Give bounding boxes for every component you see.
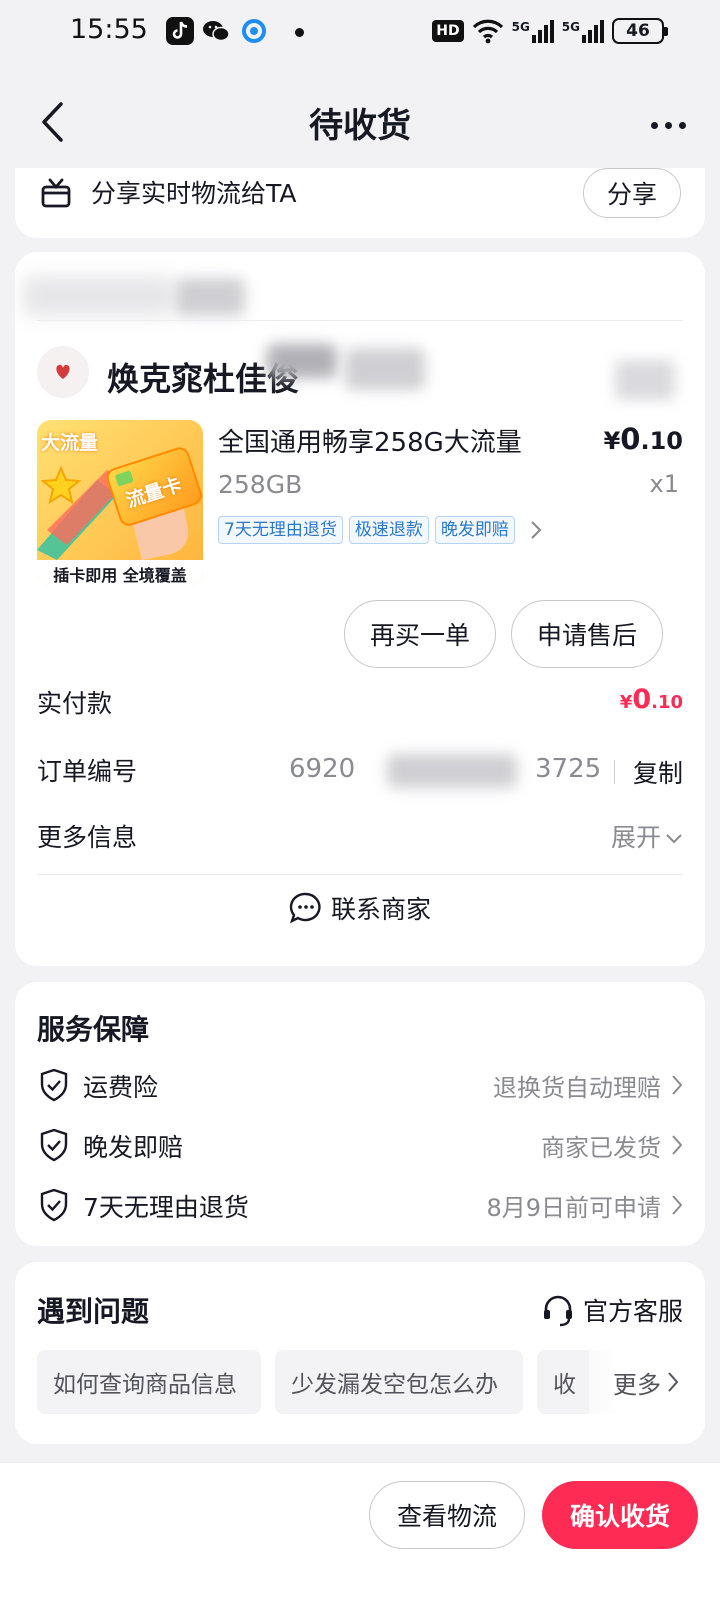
shield-check-icon: [40, 1068, 68, 1102]
shield-check-icon: [40, 1188, 68, 1222]
chevron-right-icon: [668, 1372, 679, 1392]
product-price: ¥0.10: [603, 422, 683, 456]
service-label: 晚发即赔: [83, 1133, 184, 1162]
divider: [37, 320, 683, 321]
product-image-tag: 大流量: [41, 432, 99, 454]
redacted-area: [615, 360, 675, 400]
divider: [37, 874, 683, 875]
expand-button[interactable]: 展开: [611, 818, 683, 854]
service-label: 运费险: [83, 1073, 159, 1102]
nav-bar: 待收货: [0, 62, 720, 170]
after-sale-button[interactable]: 申请售后: [511, 600, 663, 668]
gift-icon: [41, 178, 71, 208]
problems-card: 遇到问题 官方客服 如何查询商品信息 少发漏发空包怎么办 收 更多: [15, 1262, 705, 1444]
signal-icon: 5G: [512, 19, 554, 43]
tag: 晚发即赔: [434, 516, 515, 544]
service-label: 7天无理由退货: [83, 1193, 249, 1222]
status-time: 15:55: [70, 14, 148, 45]
wechat-icon: [202, 17, 230, 45]
product-image[interactable]: 大流量 流量卡 插卡即用 全境覆盖: [37, 420, 203, 586]
contact-merchant-button[interactable]: 联系商家: [15, 890, 705, 926]
tag: 极速退款: [348, 516, 429, 544]
shield-check-icon: [40, 1128, 68, 1162]
more-info-label: 更多信息: [37, 823, 138, 852]
chevron-right-icon: [672, 1195, 683, 1215]
redacted-area: [387, 754, 517, 788]
hd-badge: HD: [432, 20, 464, 42]
tag: 7天无理由退货: [218, 516, 343, 544]
divider: [614, 760, 615, 784]
notification-dot: [295, 28, 304, 37]
redacted-area: [23, 276, 173, 316]
service-tags[interactable]: 7天无理由退货 极速退款 晚发即赔: [218, 516, 543, 544]
confirm-receipt-button[interactable]: 确认收货: [542, 1481, 698, 1549]
faq-chip[interactable]: 如何查询商品信息: [37, 1350, 261, 1414]
chevron-right-icon: [672, 1075, 683, 1095]
share-card: 分享实时物流给TA 分享: [15, 168, 705, 238]
tiktok-icon: [166, 17, 194, 45]
view-logistics-button[interactable]: 查看物流: [369, 1481, 525, 1549]
service-row-7day-return[interactable]: 7天无理由退货 8月9日前可申请: [37, 1184, 683, 1228]
product-title[interactable]: 全国通用畅享258G大流量: [218, 422, 522, 459]
chat-icon: [289, 892, 321, 924]
wifi-icon: [472, 19, 503, 44]
redacted-area: [267, 344, 337, 378]
headset-icon: [543, 1295, 572, 1327]
product-image-caption: 插卡即用 全境覆盖: [53, 566, 187, 585]
order-number-prefix: 6920: [289, 754, 356, 784]
order-number-label: 订单编号: [37, 757, 138, 786]
bottom-action-bar: 查看物流 确认收货: [0, 1462, 720, 1612]
service-value: 8月9日前可申请: [486, 1194, 661, 1222]
redacted-area: [345, 348, 425, 390]
order-number-suffix: 3725: [535, 754, 602, 784]
paid-amount: ¥0.10: [619, 684, 683, 715]
copy-button[interactable]: 复制: [633, 754, 683, 790]
faq-chip[interactable]: 少发漏发空包怎么办: [275, 1350, 523, 1414]
shop-avatar[interactable]: [37, 346, 89, 398]
service-card: 服务保障 运费险 退换货自动理赔 晚发即赔 商家已发货 7天无理由退货 8月9日…: [15, 982, 705, 1246]
service-title: 服务保障: [37, 1013, 150, 1046]
service-value: 退换货自动理赔: [493, 1074, 661, 1102]
paid-label: 实付款: [37, 689, 113, 718]
problems-title: 遇到问题: [37, 1295, 150, 1328]
product-quantity: x1: [649, 470, 679, 498]
order-card: 焕克窕杜佳俊 大流量 流量卡 插卡即用 全境覆盖 全国通用畅享258G大流量 ¥…: [15, 252, 705, 966]
service-row-freight-insurance[interactable]: 运费险 退换货自动理赔: [37, 1064, 683, 1108]
redacted-area: [175, 278, 245, 316]
chevron-down-icon: [666, 834, 682, 844]
service-value: 商家已发货: [541, 1134, 661, 1162]
status-bar: 15:55 HD 5G 5G 46: [0, 0, 720, 62]
chevron-right-icon: [531, 521, 542, 539]
rebuy-button[interactable]: 再买一单: [344, 600, 496, 668]
more-icon[interactable]: [651, 122, 686, 129]
chevron-right-icon: [672, 1135, 683, 1155]
share-button[interactable]: 分享: [583, 168, 681, 218]
share-logistics-text: 分享实时物流给TA: [91, 179, 297, 208]
customer-service-link[interactable]: 官方客服: [541, 1292, 683, 1328]
signal-icon: 5G: [562, 19, 604, 43]
page-title: 待收货: [309, 106, 411, 146]
service-row-late-delivery[interactable]: 晚发即赔 商家已发货: [37, 1124, 683, 1168]
product-spec: 258GB: [218, 470, 303, 499]
faq-more-button[interactable]: 更多: [589, 1350, 705, 1414]
battery-icon: 46: [612, 18, 668, 44]
browser-icon: [240, 17, 268, 45]
